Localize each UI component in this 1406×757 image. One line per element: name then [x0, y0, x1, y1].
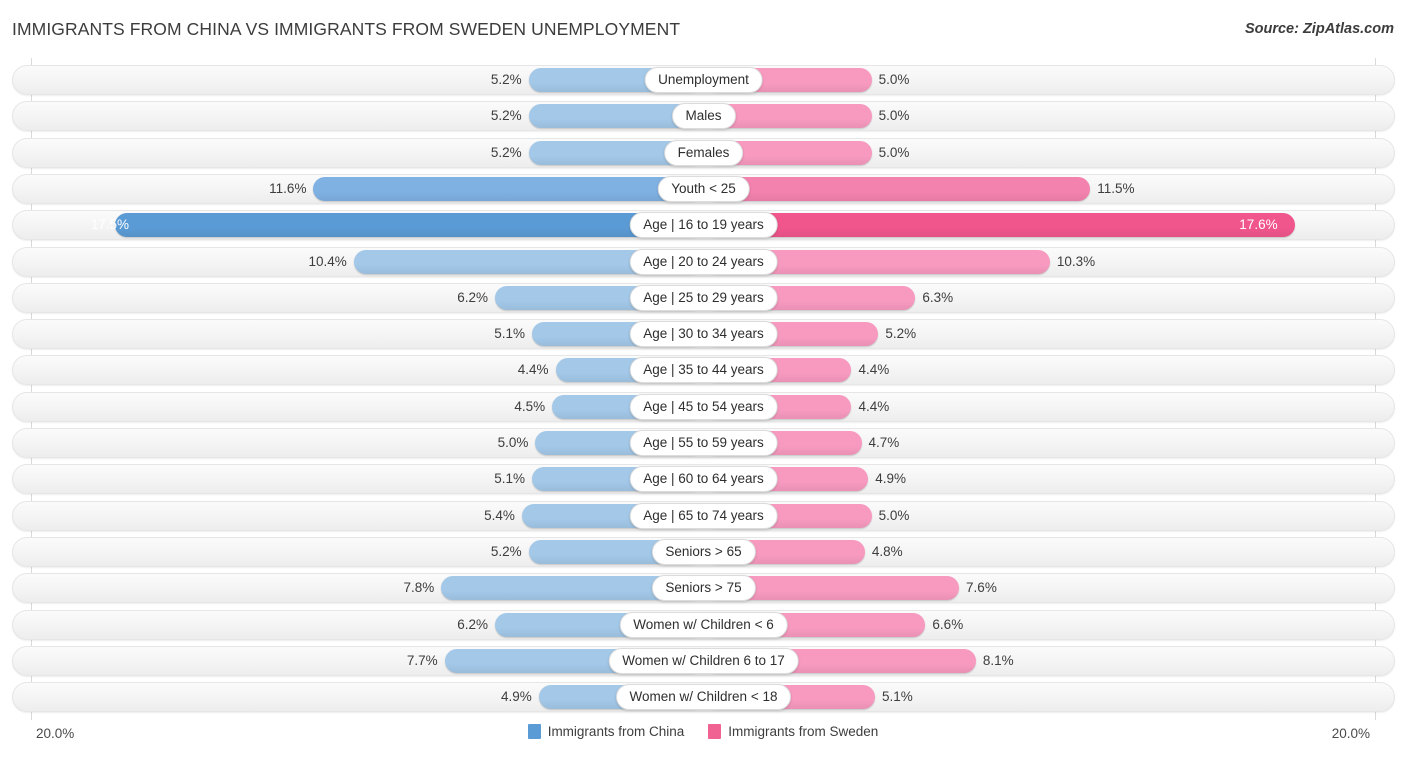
bar-left-china[interactable] — [313, 176, 704, 201]
chart-row[interactable]: 5.1% 4.9% Age | 60 to 64 years — [12, 464, 1395, 495]
category-label-pill[interactable]: Age | 45 to 54 years — [629, 393, 778, 420]
chart-row[interactable]: 5.2% 5.0% Females — [12, 137, 1395, 168]
chart-row[interactable]: 6.2% 6.3% Age | 25 to 29 years — [12, 282, 1395, 313]
category-label-pill[interactable]: Females — [663, 139, 744, 166]
chart-row[interactable]: 11.6% 11.5% Youth < 25 — [12, 173, 1395, 204]
category-label-pill[interactable]: Age | 60 to 64 years — [629, 466, 778, 493]
category-label-pill[interactable]: Women w/ Children < 6 — [619, 611, 788, 638]
value-label-left: 5.2% — [490, 72, 522, 87]
chart-row[interactable]: 5.4% 5.0% Age | 65 to 74 years — [12, 500, 1395, 531]
chart-row[interactable]: 5.2% 5.0% Males — [12, 101, 1395, 132]
value-label-right: 4.9% — [875, 471, 907, 487]
chart-row[interactable]: 7.8% 7.6% Seniors > 75 — [12, 573, 1395, 604]
source-attribution: Source: ZipAtlas.com — [1244, 21, 1394, 37]
bar-right-fill — [703, 176, 1091, 201]
category-label-pill[interactable]: Women w/ Children < 18 — [615, 684, 792, 711]
chart-row[interactable]: 4.4% 4.4% Age | 35 to 44 years — [12, 355, 1395, 386]
value-label-right: 10.3% — [1056, 253, 1096, 269]
value-label-right: 6.6% — [932, 616, 964, 632]
legend-swatch-sweden — [708, 724, 722, 739]
category-label-pill[interactable]: Seniors > 65 — [651, 538, 756, 565]
chart-row[interactable]: 5.0% 4.7% Age | 55 to 59 years — [12, 428, 1395, 458]
value-label-left: 5.2% — [490, 108, 522, 124]
value-label-left: 7.8% — [403, 580, 435, 596]
category-label-pill[interactable]: Age | 20 to 24 years — [629, 248, 778, 275]
category-label-pill[interactable]: Age | 55 to 59 years — [629, 430, 778, 456]
legend-label-china: Immigrants from China — [547, 724, 685, 739]
chart-footer: 20.0% 20.0% Immigrants from China Immigr… — [0, 720, 1406, 757]
value-label-left: 11.6% — [269, 180, 307, 196]
value-label-right: 5.1% — [881, 689, 913, 705]
value-label-right: 5.0% — [878, 144, 910, 160]
category-label-pill[interactable]: Age | 65 to 74 years — [629, 502, 778, 529]
value-label-left: 5.2% — [490, 543, 522, 559]
value-label-left: 6.2% — [457, 616, 489, 632]
value-label-right: 7.6% — [966, 580, 997, 596]
chart-row[interactable]: 17.5% 17.6% Age | 16 to 19 years — [12, 210, 1395, 241]
chart-row[interactable]: 4.9% 5.1% Women w/ Children < 18 — [12, 682, 1395, 713]
bar-right-fill — [703, 213, 1296, 238]
category-label-pill[interactable]: Unemployment — [644, 67, 763, 93]
value-label-left: 5.0% — [497, 435, 529, 450]
value-label-left: 5.2% — [490, 144, 522, 160]
value-label-left: 5.1% — [494, 326, 526, 342]
category-label-pill[interactable]: Age | 30 to 34 years — [629, 321, 778, 348]
chart-row[interactable]: 5.1% 5.2% Age | 30 to 34 years — [12, 319, 1395, 350]
value-label-right: 5.0% — [878, 72, 910, 87]
value-label-right: 8.1% — [982, 652, 1014, 668]
category-label-pill[interactable]: Age | 35 to 44 years — [629, 357, 778, 384]
value-label-left: 4.9% — [500, 689, 532, 705]
chart-row[interactable]: 5.2% 4.8% Seniors > 65 — [12, 536, 1395, 567]
value-label-left: 4.4% — [517, 362, 549, 378]
value-label-right: 17.6% — [1239, 217, 1278, 233]
page-title: IMMIGRANTS FROM CHINA VS IMMIGRANTS FROM… — [12, 19, 681, 39]
value-label-right: 4.8% — [871, 543, 903, 559]
value-label-left: 17.5% — [90, 217, 130, 233]
value-label-right: 4.7% — [868, 435, 900, 450]
category-label-pill[interactable]: Women w/ Children 6 to 17 — [608, 647, 799, 674]
chart-row[interactable]: 10.4% 10.3% Age | 20 to 24 years — [12, 246, 1395, 277]
legend-swatch-china — [527, 724, 541, 739]
bar-left-fill — [313, 176, 704, 201]
value-label-right: 5.0% — [878, 108, 910, 124]
category-label-pill[interactable]: Age | 25 to 29 years — [629, 284, 778, 311]
value-label-left: 6.2% — [457, 289, 489, 305]
chart-legend: Immigrants from China Immigrants from Sw… — [0, 724, 1406, 739]
value-label-right: 5.0% — [878, 507, 910, 523]
bar-left-china[interactable] — [115, 213, 704, 238]
legend-item-china[interactable]: Immigrants from China — [527, 724, 685, 739]
chart-header: IMMIGRANTS FROM CHINA VS IMMIGRANTS FROM… — [0, 0, 1406, 58]
chart-page: IMMIGRANTS FROM CHINA VS IMMIGRANTS FROM… — [0, 0, 1406, 757]
legend-item-sweden[interactable]: Immigrants from Sweden — [708, 724, 878, 739]
category-label-pill[interactable]: Age | 16 to 19 years — [629, 212, 778, 239]
value-label-left: 5.1% — [494, 471, 526, 487]
diverging-bar-chart: 5.2% 5.0% Unemployment 5.2% 5.0% Males 5.2% 5.0… — [0, 58, 1406, 720]
value-label-left: 7.7% — [406, 652, 438, 668]
chart-row[interactable]: 4.5% 4.4% Age | 45 to 54 years — [12, 391, 1395, 422]
value-label-right: 5.2% — [885, 326, 917, 342]
bar-left-fill — [115, 213, 704, 238]
value-label-left: 10.4% — [308, 253, 347, 269]
bar-right-sweden[interactable] — [703, 176, 1091, 201]
category-label-pill[interactable]: Males — [671, 103, 736, 130]
value-label-right: 4.4% — [858, 362, 890, 378]
value-label-left: 4.5% — [514, 398, 546, 414]
value-label-right: 6.3% — [922, 289, 954, 305]
value-label-right: 4.4% — [858, 398, 890, 414]
value-label-left: 5.4% — [484, 507, 515, 523]
value-label-right: 11.5% — [1097, 180, 1135, 196]
bar-right-sweden[interactable] — [703, 213, 1296, 238]
chart-row[interactable]: 6.2% 6.6% Women w/ Children < 6 — [12, 609, 1395, 640]
category-label-pill[interactable]: Seniors > 75 — [651, 575, 756, 602]
chart-row[interactable]: 5.2% 5.0% Unemployment — [12, 65, 1395, 95]
category-label-pill[interactable]: Youth < 25 — [657, 175, 750, 202]
chart-row[interactable]: 7.7% 8.1% Women w/ Children 6 to 17 — [12, 645, 1395, 676]
legend-label-sweden: Immigrants from Sweden — [728, 724, 879, 739]
